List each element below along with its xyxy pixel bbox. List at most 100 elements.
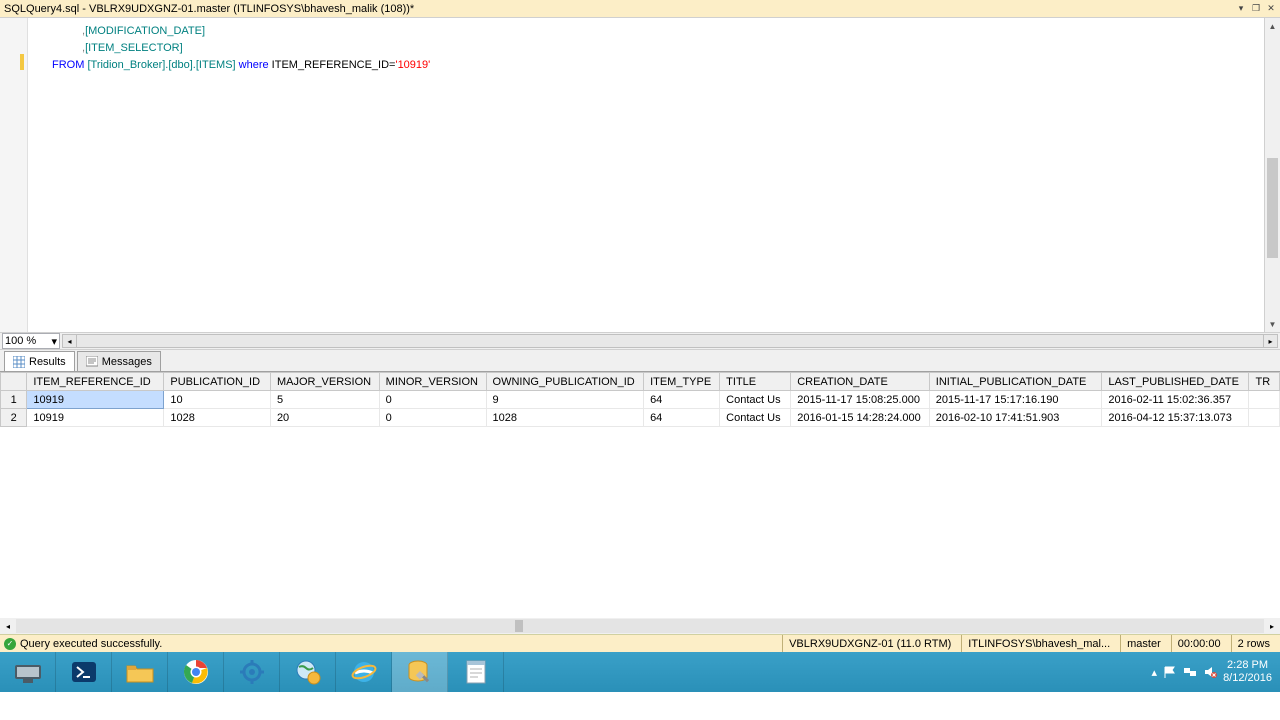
column-header[interactable]: CREATION_DATE <box>791 373 930 391</box>
tray-date: 8/12/2016 <box>1223 672 1272 685</box>
maximize-restore-icon[interactable]: ❐ <box>1249 2 1263 16</box>
scroll-down-icon[interactable]: ▼ <box>1265 316 1280 332</box>
zoom-select[interactable]: 100 %▾ <box>2 333 60 349</box>
scroll-track[interactable] <box>77 334 1263 348</box>
row-number[interactable]: 1 <box>1 391 27 409</box>
taskbar-server-manager-icon[interactable] <box>0 652 56 692</box>
table-row[interactable]: 2109191028200102864Contact Us2016-01-15 … <box>1 409 1280 427</box>
sql-code[interactable]: ,[MODIFICATION_DATE] ,[ITEM_SELECTOR] FR… <box>28 18 1264 332</box>
cell[interactable]: 0 <box>379 391 486 409</box>
results-tabstrip: Results Messages <box>0 350 1280 372</box>
grid-icon <box>13 356 25 368</box>
cell[interactable]: 2016-02-11 15:02:36.357 <box>1102 391 1249 409</box>
status-database: master <box>1120 635 1167 652</box>
status-bar: ✓ Query executed successfully. VBLRX9UDX… <box>0 634 1280 652</box>
results-grid[interactable]: ITEM_REFERENCE_IDPUBLICATION_IDMAJOR_VER… <box>0 372 1280 634</box>
close-icon[interactable]: ✕ <box>1264 2 1278 16</box>
status-server: VBLRX9UDXGNZ-01 (11.0 RTM) <box>782 635 957 652</box>
row-header-corner <box>1 373 27 391</box>
tray-flag-icon[interactable] <box>1163 665 1177 679</box>
cell[interactable]: 10919 <box>27 409 164 427</box>
column-header[interactable]: INITIAL_PUBLICATION_DATE <box>929 373 1102 391</box>
document-title-bar: SQLQuery4.sql - VBLRX9UDXGNZ-01.master (… <box>0 0 1280 18</box>
cell[interactable]: 64 <box>644 391 720 409</box>
zoom-value: 100 % <box>5 335 51 347</box>
cell[interactable] <box>1249 391 1280 409</box>
editor-gutter <box>0 18 28 332</box>
document-title: SQLQuery4.sql - VBLRX9UDXGNZ-01.master (… <box>2 3 1233 15</box>
column-header[interactable]: ITEM_REFERENCE_ID <box>27 373 164 391</box>
cell[interactable]: 2016-04-12 15:37:13.073 <box>1102 409 1249 427</box>
taskbar-settings-icon[interactable] <box>224 652 280 692</box>
taskbar-globe-settings-icon[interactable] <box>280 652 336 692</box>
messages-icon <box>86 356 98 368</box>
column-header[interactable]: TITLE <box>720 373 791 391</box>
sql-editor[interactable]: ,[MODIFICATION_DATE] ,[ITEM_SELECTOR] FR… <box>0 18 1280 332</box>
cell[interactable]: 20 <box>270 409 379 427</box>
status-rowcount: 2 rows <box>1231 635 1276 652</box>
cell[interactable]: 64 <box>644 409 720 427</box>
cell[interactable]: 9 <box>486 391 644 409</box>
tray-volume-icon[interactable] <box>1203 665 1217 679</box>
grid-empty-area <box>0 427 1280 618</box>
tab-messages-label: Messages <box>102 356 152 368</box>
scroll-right-icon[interactable]: ▸ <box>1263 334 1278 348</box>
taskbar-explorer-icon[interactable] <box>112 652 168 692</box>
cell[interactable]: 10 <box>164 391 271 409</box>
column-header[interactable]: OWNING_PUBLICATION_ID <box>486 373 644 391</box>
cell[interactable]: 1028 <box>164 409 271 427</box>
tab-results[interactable]: Results <box>4 351 75 371</box>
cell[interactable]: 1028 <box>486 409 644 427</box>
grid-horizontal-scrollbar[interactable]: ◂ ▸ <box>0 618 1280 634</box>
taskbar-chrome-icon[interactable] <box>168 652 224 692</box>
tab-messages[interactable]: Messages <box>77 351 161 371</box>
scroll-left-icon[interactable]: ◂ <box>0 619 16 633</box>
tray-time: 2:28 PM <box>1223 659 1272 672</box>
status-user: ITLINFOSYS\bhavesh_mal... <box>961 635 1116 652</box>
success-icon: ✓ <box>4 638 16 650</box>
scroll-thumb[interactable] <box>1267 158 1278 258</box>
scroll-left-icon[interactable]: ◂ <box>62 334 77 348</box>
windows-taskbar[interactable]: ▴ 2:28 PM 8/12/2016 <box>0 652 1280 692</box>
column-header[interactable]: ITEM_TYPE <box>644 373 720 391</box>
scroll-right-icon[interactable]: ▸ <box>1264 619 1280 633</box>
taskbar-powershell-icon[interactable] <box>56 652 112 692</box>
status-elapsed: 00:00:00 <box>1171 635 1227 652</box>
taskbar-notepad-icon[interactable] <box>448 652 504 692</box>
status-message: Query executed successfully. <box>20 638 778 650</box>
editor-vertical-scrollbar[interactable]: ▲ ▼ <box>1264 18 1280 332</box>
toolbar-menu-dropdown-icon[interactable]: ▾ <box>1234 2 1248 16</box>
cell[interactable]: Contact Us <box>720 391 791 409</box>
cell[interactable]: 10919 <box>27 391 164 409</box>
results-table[interactable]: ITEM_REFERENCE_IDPUBLICATION_IDMAJOR_VER… <box>0 372 1280 427</box>
scroll-up-icon[interactable]: ▲ <box>1265 18 1280 34</box>
cell[interactable]: 5 <box>270 391 379 409</box>
scroll-track[interactable] <box>16 619 1264 633</box>
tray-network-icon[interactable] <box>1183 665 1197 679</box>
chevron-down-icon: ▾ <box>51 335 57 348</box>
column-header[interactable]: TR <box>1249 373 1280 391</box>
column-header[interactable]: PUBLICATION_ID <box>164 373 271 391</box>
cell[interactable]: 0 <box>379 409 486 427</box>
column-header[interactable]: MINOR_VERSION <box>379 373 486 391</box>
row-number[interactable]: 2 <box>1 409 27 427</box>
tab-results-label: Results <box>29 356 66 368</box>
cell[interactable]: 2016-01-15 14:28:24.000 <box>791 409 930 427</box>
cell[interactable]: 2015-11-17 15:17:16.190 <box>929 391 1102 409</box>
column-header[interactable]: LAST_PUBLISHED_DATE <box>1102 373 1249 391</box>
editor-horizontal-scrollbar[interactable]: ◂ ▸ <box>62 334 1278 348</box>
tray-chevron-up-icon[interactable]: ▴ <box>1152 666 1158 679</box>
cell[interactable]: 2015-11-17 15:08:25.000 <box>791 391 930 409</box>
cell[interactable]: Contact Us <box>720 409 791 427</box>
system-tray[interactable]: ▴ 2:28 PM 8/12/2016 <box>1144 659 1280 685</box>
taskbar-ssms-icon[interactable] <box>392 652 448 692</box>
cell[interactable] <box>1249 409 1280 427</box>
change-marker-icon <box>20 54 24 70</box>
taskbar-ie-icon[interactable] <box>336 652 392 692</box>
table-row[interactable]: 1109191050964Contact Us2015-11-17 15:08:… <box>1 391 1280 409</box>
tray-clock[interactable]: 2:28 PM 8/12/2016 <box>1223 659 1272 685</box>
cell[interactable]: 2016-02-10 17:41:51.903 <box>929 409 1102 427</box>
column-header[interactable]: MAJOR_VERSION <box>270 373 379 391</box>
editor-footer-bar: 100 %▾ ◂ ▸ <box>0 332 1280 350</box>
scroll-thumb[interactable] <box>515 620 523 632</box>
